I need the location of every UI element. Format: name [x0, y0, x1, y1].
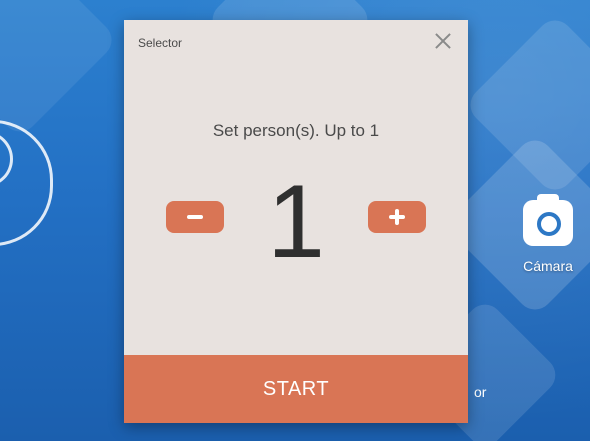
camera-icon	[523, 194, 573, 246]
person-count-prompt: Set person(s). Up to 1	[212, 121, 380, 140]
close-icon[interactable]	[432, 30, 454, 52]
start-button[interactable]: START	[124, 355, 468, 423]
plus-icon-vertical	[395, 209, 399, 225]
camera-lens	[537, 212, 561, 236]
app-camera[interactable]: Cámara	[512, 194, 584, 274]
clock-digit-outline	[0, 120, 53, 246]
wallpaper-tile	[0, 0, 119, 139]
clock-digit-outline-inner	[0, 131, 13, 187]
app-partial-label: or	[474, 384, 487, 400]
selector-dialog: Selector Set person(s). Up to 1 1 START	[124, 20, 468, 423]
increment-button[interactable]	[368, 201, 426, 233]
app-camera-label: Cámara	[523, 258, 573, 274]
dialog-title: Selector	[138, 36, 183, 50]
